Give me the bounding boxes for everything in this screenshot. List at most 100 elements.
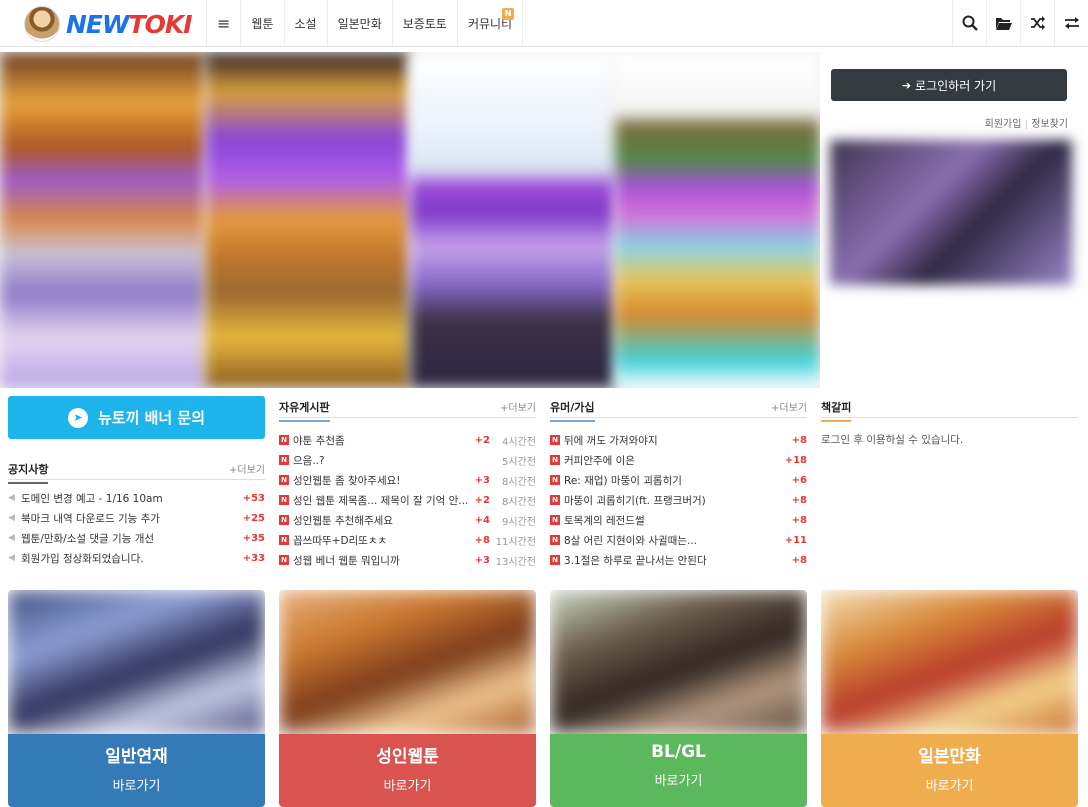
free-board-list: N 야툰 추천좀 +2 4시간전 N 으음..? 5시간전 N 성인웹툰 좀 찾아주세요! +… [279,430,536,570]
new-post-icon: N [279,555,289,565]
new-post-icon: N [550,515,560,525]
list-item[interactable]: N 성인 웹툰 제목좀... 제목이 잘 기억 안... +2 8시간전 [279,490,536,510]
free-board-title[interactable]: 자유게시판 [279,399,330,422]
list-item[interactable]: N 3.1절은 하루로 끝나서는 안된다 +8 [550,550,807,570]
top-header: NEWTOKI ≡ 웹툰 소설 일본만화 보증토토 커뮤니티 N [0,0,1088,47]
notice-item-text: 회원가입 정상화되었습니다. [21,552,144,565]
banner-column-2[interactable] [205,52,410,388]
category-cards: 일반연재 바로가기 성인웹툰 바로가기 BL/GL 바로가기 일본만화 바로가기 [0,590,1088,807]
category-card-japanese-manga[interactable]: 일본만화 바로가기 [821,590,1078,807]
category-title: 일본만화 [918,747,981,767]
category-go-link[interactable]: 바로가기 [550,770,807,789]
list-item[interactable]: N 야툰 추천좀 +2 4시간전 [279,430,536,450]
banner-column-4[interactable] [615,52,820,388]
find-info-link[interactable]: 정보찾기 [1031,119,1068,130]
main-nav: ≡ 웹툰 소설 일본만화 보증토토 커뮤니티 N [206,0,524,46]
list-item[interactable]: N 으음..? 5시간전 [279,450,536,470]
list-item[interactable]: N 마뚱이 괴롭히기(ft. 프랭크버거) +8 [550,490,807,510]
comment-count: +8 [474,534,490,546]
nav-japanese-manga[interactable]: 일본만화 [326,0,392,46]
bookmark-panel: 책갈피 로그인 후 이용하실 수 있습니다. [821,396,1078,447]
new-post-icon: N [550,455,560,465]
humor-board-title[interactable]: 유머/가십 [550,399,595,422]
nav-webtoon[interactable]: 웹툰 [240,0,283,46]
list-item[interactable]: ◀ 회원가입 정상화되었습니다. +33 [8,548,265,568]
category-card-blgl[interactable]: BL/GL 바로가기 [550,590,807,807]
banner-inquiry-label: 뉴토끼 배너 문의 [97,409,206,427]
free-board-header: 자유게시판 +더보기 [279,396,536,422]
signup-link[interactable]: 회원가입 [985,119,1022,130]
list-item[interactable]: N 토목계의 레전드썰 +8 [550,510,807,530]
list-item[interactable]: ◀ 웹툰/만화/소설 댓글 기능 개선 +35 [8,528,265,548]
category-go-link[interactable]: 바로가기 [821,775,1078,794]
comment-count: +8 [791,494,807,506]
login-button[interactable]: ➔ 로그인하러 가기 [831,69,1067,101]
list-item[interactable]: N 성웹 베너 웹툰 뭐입니까 +3 13시간전 [279,550,536,570]
logo-text-toki: TOKI [128,9,193,39]
list-item[interactable]: N 8살 어린 지현이와 사귈때는... +11 [550,530,807,550]
notice-board-title[interactable]: 공지사항 [8,461,49,484]
comment-count: +8 [791,434,807,446]
post-time: 5시간전 [502,456,536,468]
megaphone-icon: ◀ [8,493,15,503]
notice-item-text: 웹툰/만화/소설 댓글 기능 개선 [21,532,155,545]
notice-board-header: 공지사항 +더보기 [8,458,265,484]
bookmark-header: 책갈피 [821,396,1078,422]
new-post-icon: N [279,495,289,505]
comment-count: +3 [474,474,490,486]
banner-column-3[interactable] [410,52,615,388]
category-go-link[interactable]: 바로가기 [8,775,265,794]
comment-count: +8 [791,554,807,566]
shuffle-icon[interactable] [1020,0,1054,46]
category-thumbnail [550,590,807,734]
post-title: Re: 재업) 마뚱이 괴롭히기 [564,474,682,487]
new-post-icon: N [279,435,289,445]
comment-count: +53 [242,492,265,504]
nav-novel[interactable]: 소설 [283,0,327,46]
post-title: 꼽쓰따뚜+D리또ㅊㅊ [293,534,388,547]
list-item[interactable]: N Re: 재업) 마뚱이 괴롭히기 +6 [550,470,807,490]
new-post-icon: N [550,555,560,565]
banner-inquiry-button[interactable]: ➤ 뉴토끼 배너 문의 [8,396,265,439]
post-title: 성웹 베너 웹툰 뭐입니까 [293,554,400,567]
new-badge: N [502,8,515,20]
new-post-icon: N [279,515,289,525]
humor-board-more-link[interactable]: +더보기 [771,399,807,414]
list-item[interactable]: ◀ 북마크 내역 다운로드 기능 추가 +25 [8,508,265,528]
category-card-adult[interactable]: 성인웹툰 바로가기 [279,590,536,807]
new-post-icon: N [279,475,289,485]
free-board-more-link[interactable]: +더보기 [500,399,536,414]
notice-list: ◀ 도메인 변경 예고 - 1/16 10am +53 ◀ 북마크 내역 다운로드 기… [8,488,265,568]
sign-in-icon: ➔ [901,78,912,92]
list-item[interactable]: N 뒤에 꺼도 가져와야지 +8 [550,430,807,450]
category-thumbnail [821,590,1078,734]
new-post-icon: N [550,495,560,505]
login-sidebar: ➔ 로그인하러 가기 회원가입 | 정보찾기 [824,60,1076,285]
nav-community[interactable]: 커뮤니티 N [456,0,524,46]
megaphone-icon: ◀ [8,513,15,523]
hamburger-menu-icon[interactable]: ≡ [206,0,240,46]
post-time: 11시간전 [495,536,536,548]
category-card-general[interactable]: 일반연재 바로가기 [8,590,265,807]
category-label: 일본만화 바로가기 [821,734,1078,807]
list-item[interactable]: N 커피안주에 이은 +18 [550,450,807,470]
post-time: 9시간전 [502,516,536,528]
list-item[interactable]: ◀ 도메인 변경 예고 - 1/16 10am +53 [8,488,265,508]
site-logo[interactable]: NEWTOKI [24,6,204,42]
list-item[interactable]: N 꼽쓰따뚜+D리또ㅊㅊ +8 11시간전 [279,530,536,550]
list-item[interactable]: N 성인웹툰 추천해주세요 +4 9시간전 [279,510,536,530]
free-board: 자유게시판 +더보기 N 야툰 추천좀 +2 4시간전 N 으음..? 5시간전 N 성인웹… [279,396,536,570]
swap-icon[interactable] [1054,0,1088,46]
folder-icon[interactable] [986,0,1020,46]
category-go-link[interactable]: 바로가기 [279,775,536,794]
hero-banner-grid[interactable] [0,52,820,388]
comment-count: +6 [791,474,807,486]
sidebar-banner-image[interactable] [830,140,1072,285]
notice-more-link[interactable]: +더보기 [229,461,265,476]
nav-toto[interactable]: 보증토토 [391,0,457,46]
comment-count: +35 [242,532,265,544]
logo-text: NEWTOKI [66,9,193,39]
banner-column-1[interactable] [0,52,205,388]
list-item[interactable]: N 성인웹툰 좀 찾아주세요! +3 8시간전 [279,470,536,490]
search-icon[interactable] [952,0,986,46]
